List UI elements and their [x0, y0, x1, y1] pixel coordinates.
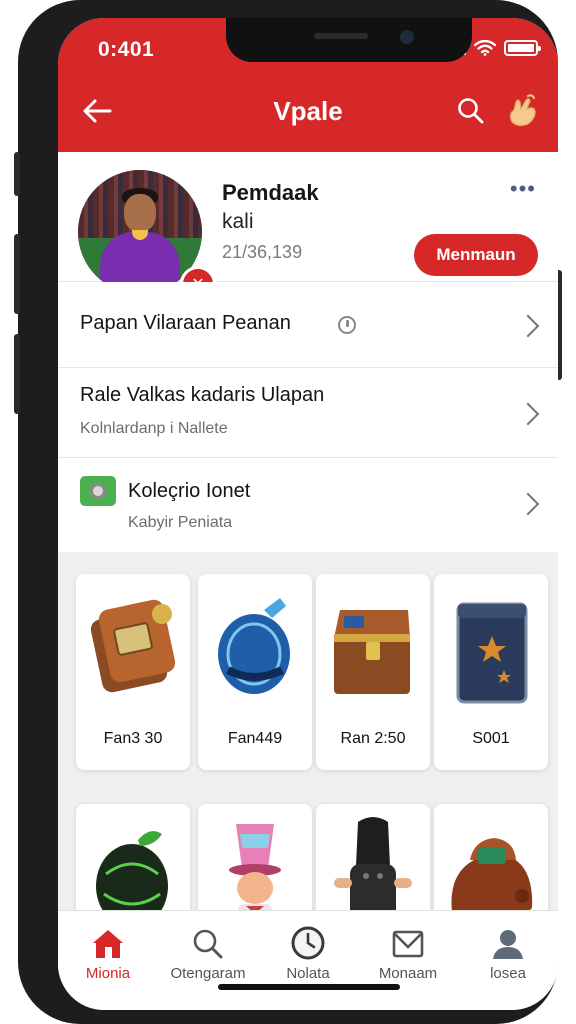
- nav-label: losea: [490, 965, 526, 982]
- profile-subtitle: kali: [222, 210, 254, 233]
- more-options-icon[interactable]: •••: [510, 178, 536, 200]
- item-tile[interactable]: Fan3 30: [76, 574, 190, 770]
- mail-icon: [392, 930, 424, 958]
- menu-item-title: Koleçrio Ionet: [128, 480, 251, 502]
- home-indicator[interactable]: [218, 984, 400, 990]
- item-label: Ran 2:50: [340, 730, 406, 747]
- clock-icon: [291, 926, 325, 960]
- menu-item-rale[interactable]: Rale Valkas kadaris Ulapan Kolnlardanp i…: [58, 368, 558, 458]
- profile-name: Pemdaak: [222, 180, 319, 205]
- bottom-navigation: Mionia Otengaram Nolata Monaam losea: [58, 910, 558, 1010]
- chevron-right-icon: [516, 314, 540, 338]
- chevron-right-icon: [516, 492, 540, 516]
- search-icon: [193, 929, 223, 959]
- nav-label: Mionia: [85, 965, 131, 982]
- menu-item-subtitle: Kabyir Peniata: [128, 514, 233, 531]
- item-tile[interactable]: S001: [434, 574, 548, 770]
- wifi-icon: [474, 40, 496, 56]
- menu-item-title: Papan Vilaraan Peanan: [80, 312, 291, 334]
- item-label: S001: [472, 730, 510, 747]
- nav-item-mail[interactable]: Monaam: [358, 921, 458, 987]
- nav-label: Monaam: [378, 965, 438, 982]
- nav-label: Otengaram: [170, 965, 246, 982]
- home-icon: [93, 930, 123, 958]
- blue-helmet-icon: [218, 598, 290, 694]
- earpiece-speaker: [314, 33, 368, 39]
- menu-item-koleksi[interactable]: Koleçrio Ionet Kabyir Peniata: [58, 458, 558, 552]
- wave-hand-icon[interactable]: [504, 92, 542, 130]
- mute-switch: [14, 152, 20, 196]
- phone-frame: 0:401 Vpale Pemdaak kali 21/36,139 ••• M…: [14, 0, 562, 1024]
- treasure-chest-icon: [334, 610, 410, 694]
- menu-item-title: Rale Valkas kadaris Ulapan: [80, 384, 325, 406]
- leather-wallet-icon: [90, 599, 176, 693]
- volume-up-button: [14, 234, 20, 314]
- profile-card: ✕ Pemdaak kali 21/36,139 ••• Menmaun: [58, 152, 558, 302]
- person-icon: [493, 930, 523, 959]
- item-grid: Fan3 30 Fan449 Ran 2:50 S001: [58, 556, 558, 1000]
- battery-icon: [504, 40, 541, 56]
- search-icon[interactable]: [456, 96, 486, 126]
- screen: 0:401 Vpale Pemdaak kali 21/36,139 ••• M…: [58, 18, 558, 1010]
- nav-item-home[interactable]: Mionia: [58, 921, 158, 987]
- menu-item-papan[interactable]: Papan Vilaraan Peanan: [58, 282, 558, 368]
- status-time: 0:401: [98, 38, 155, 61]
- nav-item-search[interactable]: Otengaram: [158, 921, 258, 987]
- item-label: Fan3 30: [103, 730, 163, 747]
- nav-item-clock[interactable]: Nolata: [258, 921, 358, 987]
- front-camera: [400, 30, 414, 44]
- item-label: Fan449: [227, 730, 283, 747]
- item-tile[interactable]: Ran 2:50: [316, 574, 430, 770]
- clock-icon: [338, 316, 356, 334]
- menu-item-subtitle: Kolnlardanp i Nallete: [80, 420, 228, 437]
- item-tile[interactable]: Fan449: [198, 574, 312, 770]
- nav-item-profile[interactable]: losea: [458, 921, 558, 987]
- notch: [226, 18, 472, 62]
- profile-count: 21/36,139: [222, 242, 303, 262]
- star-chest-icon: [456, 602, 528, 704]
- profile-action-button[interactable]: Menmaun: [414, 234, 538, 276]
- collection-icon: [80, 476, 116, 506]
- chevron-right-icon: [516, 402, 540, 426]
- volume-down-button: [14, 334, 20, 414]
- nav-label: Nolata: [286, 965, 330, 982]
- settings-menu: Papan Vilaraan Peanan Rale Valkas kadari…: [58, 282, 558, 552]
